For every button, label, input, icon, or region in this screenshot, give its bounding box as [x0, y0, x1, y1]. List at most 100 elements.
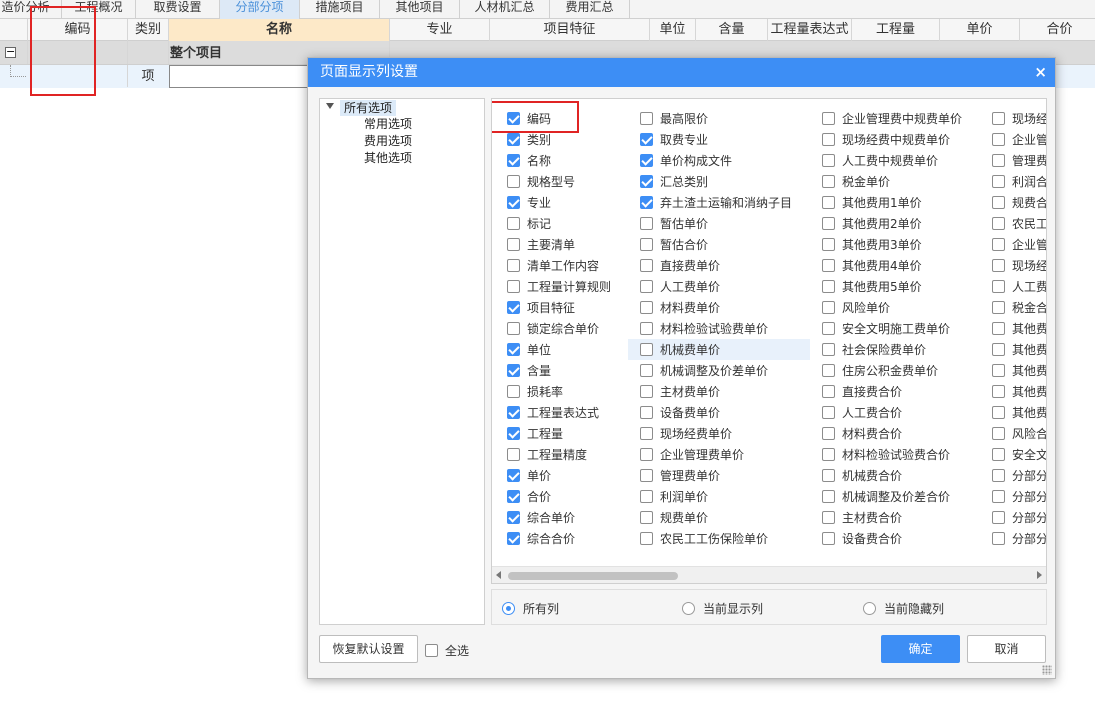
- column-option-checkbox[interactable]: 标记: [507, 213, 551, 234]
- column-option-checkbox[interactable]: 农民工: [992, 213, 1046, 234]
- column-option-checkbox[interactable]: 材料费单价: [640, 297, 720, 318]
- column-option-checkbox[interactable]: 单价: [507, 465, 551, 486]
- column-option-checkbox[interactable]: 安全文: [992, 444, 1046, 465]
- header-quantity-expression[interactable]: 工程量表达式: [768, 19, 852, 41]
- header-specialty[interactable]: 专业: [390, 19, 490, 41]
- column-option-checkbox[interactable]: 现场经费中规费单价: [822, 129, 950, 150]
- column-option-checkbox[interactable]: 最高限价: [640, 108, 708, 129]
- resize-grip-icon[interactable]: [1042, 665, 1052, 675]
- column-option-checkbox[interactable]: 主材费单价: [640, 381, 720, 402]
- column-option-checkbox[interactable]: 类别: [507, 129, 551, 150]
- header-content[interactable]: 含量: [696, 19, 768, 41]
- column-option-checkbox[interactable]: 综合合价: [507, 528, 575, 549]
- column-option-checkbox[interactable]: 其他费用1单价: [822, 192, 922, 213]
- column-option-checkbox[interactable]: 规费合: [992, 192, 1046, 213]
- column-option-checkbox[interactable]: 单位: [507, 339, 551, 360]
- cancel-button[interactable]: 取消: [967, 635, 1046, 663]
- column-option-checkbox[interactable]: 机械调整及价差单价: [640, 360, 768, 381]
- scrollbar-thumb[interactable]: [508, 572, 678, 580]
- column-option-checkbox[interactable]: 规格型号: [507, 171, 575, 192]
- select-all-checkbox[interactable]: 全选: [425, 641, 469, 659]
- column-option-checkbox[interactable]: 取费专业: [640, 129, 708, 150]
- column-option-checkbox[interactable]: 现场经: [992, 255, 1046, 276]
- column-option-checkbox[interactable]: 暂估合价: [640, 234, 708, 255]
- column-option-checkbox[interactable]: 分部分: [992, 486, 1046, 507]
- column-option-checkbox[interactable]: 清单工作内容: [507, 255, 599, 276]
- column-option-checkbox[interactable]: 税金合: [992, 297, 1046, 318]
- column-option-checkbox[interactable]: 单价构成文件: [640, 150, 732, 171]
- column-option-checkbox[interactable]: 人工费: [992, 276, 1046, 297]
- column-option-checkbox[interactable]: 分部分: [992, 465, 1046, 486]
- radio-all-columns[interactable]: 所有列: [502, 599, 559, 617]
- column-option-checkbox[interactable]: 损耗率: [507, 381, 563, 402]
- column-option-checkbox[interactable]: 现场经: [992, 108, 1046, 129]
- expand-arrow-icon[interactable]: [326, 103, 334, 109]
- ok-button[interactable]: 确定: [881, 635, 960, 663]
- column-option-checkbox[interactable]: 专业: [507, 192, 551, 213]
- column-option-checkbox[interactable]: 税金单价: [822, 171, 890, 192]
- scroll-right-icon[interactable]: [1037, 571, 1042, 579]
- column-option-checkbox[interactable]: 材料费合价: [822, 423, 902, 444]
- header-item-feature[interactable]: 项目特征: [490, 19, 650, 41]
- column-option-checkbox[interactable]: 人工费中规费单价: [822, 150, 938, 171]
- header-name[interactable]: 名称: [169, 19, 390, 41]
- column-option-checkbox[interactable]: 直接费单价: [640, 255, 720, 276]
- column-option-checkbox[interactable]: 项目特征: [507, 297, 575, 318]
- tab-fee-summary[interactable]: 费用汇总: [550, 0, 630, 19]
- column-option-checkbox[interactable]: 住房公积金费单价: [822, 360, 938, 381]
- column-option-checkbox[interactable]: 工程量计算规则: [507, 276, 611, 297]
- column-option-checkbox[interactable]: 风险单价: [822, 297, 890, 318]
- header-total-price[interactable]: 合价: [1020, 19, 1095, 41]
- header-quantity[interactable]: 工程量: [852, 19, 940, 41]
- column-option-checkbox[interactable]: 工程量: [507, 423, 563, 444]
- column-option-checkbox[interactable]: 直接费合价: [822, 381, 902, 402]
- column-option-checkbox[interactable]: 其他费: [992, 402, 1046, 423]
- column-option-checkbox[interactable]: 工程量表达式: [507, 402, 599, 423]
- column-option-checkbox[interactable]: 主材费合价: [822, 507, 902, 528]
- scroll-left-icon[interactable]: [496, 571, 501, 579]
- header-unit[interactable]: 单位: [650, 19, 696, 41]
- column-option-checkbox[interactable]: 合价: [507, 486, 551, 507]
- column-option-checkbox[interactable]: 其他费: [992, 360, 1046, 381]
- tab-labor-material-summary[interactable]: 人材机汇总: [460, 0, 550, 19]
- column-option-checkbox[interactable]: 其他费用2单价: [822, 213, 922, 234]
- column-option-checkbox[interactable]: 企业管: [992, 129, 1046, 150]
- column-option-checkbox[interactable]: 名称: [507, 150, 551, 171]
- column-option-checkbox[interactable]: 编码: [507, 108, 551, 129]
- column-option-checkbox[interactable]: 人工费合价: [822, 402, 902, 423]
- tab-sub-items[interactable]: 分部分项: [220, 0, 300, 19]
- type-cell[interactable]: 项: [128, 65, 168, 88]
- column-option-checkbox[interactable]: 风险合: [992, 423, 1046, 444]
- header-type[interactable]: 类别: [128, 19, 169, 41]
- column-option-checkbox[interactable]: 含量: [507, 360, 551, 381]
- column-option-checkbox[interactable]: 锁定综合单价: [507, 318, 599, 339]
- column-option-checkbox[interactable]: 其他费用4单价: [822, 255, 922, 276]
- column-option-checkbox[interactable]: 农民工工伤保险单价: [640, 528, 768, 549]
- tab-measures[interactable]: 措施项目: [300, 0, 380, 19]
- column-option-checkbox[interactable]: 工程量精度: [507, 444, 587, 465]
- column-option-checkbox[interactable]: 其他费: [992, 381, 1046, 402]
- collapse-icon[interactable]: −: [5, 46, 16, 58]
- column-option-checkbox[interactable]: 企业管理费单价: [640, 444, 744, 465]
- column-option-checkbox[interactable]: 管理费: [992, 150, 1046, 171]
- column-option-checkbox[interactable]: 主要清单: [507, 234, 575, 255]
- column-option-checkbox[interactable]: 其他费用3单价: [822, 234, 922, 255]
- column-option-checkbox[interactable]: 汇总类别: [640, 171, 708, 192]
- column-option-checkbox[interactable]: 企业管: [992, 234, 1046, 255]
- column-option-checkbox[interactable]: 分部分: [992, 528, 1046, 549]
- column-option-checkbox[interactable]: 规费单价: [640, 507, 708, 528]
- column-option-checkbox[interactable]: 现场经费单价: [640, 423, 732, 444]
- column-option-checkbox[interactable]: 企业管理费中规费单价: [822, 108, 962, 129]
- column-option-checkbox[interactable]: 分部分: [992, 507, 1046, 528]
- radio-shown-columns[interactable]: 当前显示列: [682, 599, 763, 617]
- column-option-checkbox[interactable]: 材料检验试验费合价: [822, 444, 950, 465]
- radio-hidden-columns[interactable]: 当前隐藏列: [863, 599, 944, 617]
- tab-other-items[interactable]: 其他项目: [380, 0, 460, 19]
- column-option-checkbox[interactable]: 管理费单价: [640, 465, 720, 486]
- header-unit-price[interactable]: 单价: [940, 19, 1020, 41]
- close-icon[interactable]: ×: [1034, 58, 1047, 87]
- column-option-checkbox[interactable]: 材料检验试验费单价: [640, 318, 768, 339]
- column-option-checkbox[interactable]: 安全文明施工费单价: [822, 318, 950, 339]
- column-option-checkbox[interactable]: 机械费合价: [822, 465, 902, 486]
- column-option-checkbox[interactable]: 利润合: [992, 171, 1046, 192]
